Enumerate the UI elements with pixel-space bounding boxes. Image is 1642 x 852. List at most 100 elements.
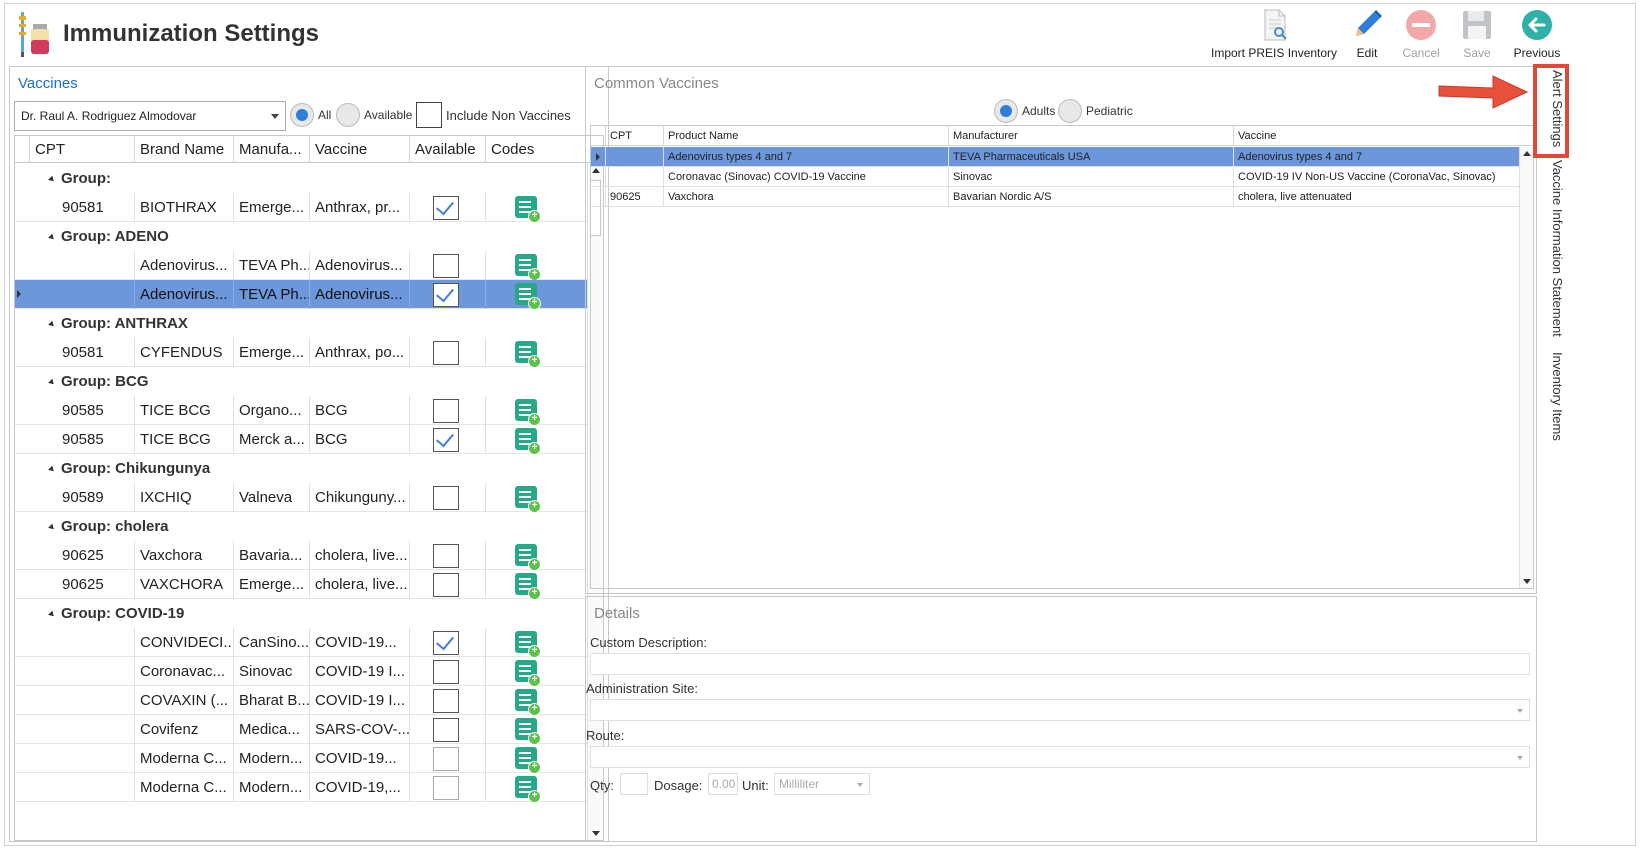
table-row[interactable]: Adenovirus... TEVA Ph... Adenovirus...	[15, 280, 587, 310]
group-row[interactable]: Group: ANTHRAX	[15, 309, 587, 338]
codes-checklist-icon[interactable]	[515, 283, 541, 310]
available-checkbox[interactable]	[433, 660, 459, 684]
codes-checklist-icon[interactable]	[515, 689, 541, 716]
available-checkbox[interactable]	[433, 718, 459, 742]
group-title: Group: Chikungunya	[48, 460, 210, 477]
table-row[interactable]: Adenovirus... TEVA Ph... Adenovirus...	[15, 251, 587, 281]
codes-checklist-icon[interactable]	[515, 399, 541, 426]
scroll-up-icon[interactable]	[1523, 151, 1531, 156]
filter-all-label: All	[318, 108, 332, 122]
group-row[interactable]: Group: COVID-19	[15, 599, 587, 628]
save-button[interactable]: Save	[1455, 8, 1499, 62]
column-header-vaccine[interactable]: Vaccine	[309, 136, 409, 163]
route-select[interactable]	[590, 746, 1530, 768]
expand-triangle-icon[interactable]	[48, 378, 56, 386]
codes-checklist-icon[interactable]	[515, 254, 541, 281]
dosage-input[interactable]: 0.00	[708, 773, 738, 795]
codes-checklist-icon[interactable]	[515, 631, 541, 658]
table-row[interactable]: CONVIDECI... CanSino... COVID-19...	[15, 628, 587, 658]
table-row[interactable]: 90589 IXCHIQ Valneva Chikunguny...	[15, 483, 587, 513]
codes-checklist-icon[interactable]	[515, 544, 541, 571]
tab-alert-settings[interactable]: Alert Settings	[1533, 64, 1569, 158]
previous-button[interactable]: Previous	[1509, 8, 1565, 62]
expand-triangle-icon[interactable]	[48, 465, 56, 473]
table-row[interactable]: 90581 BIOTHRAX Emerge... Anthrax, pr...	[15, 193, 587, 223]
available-checkbox[interactable]	[433, 196, 459, 220]
available-checkbox[interactable]	[433, 428, 459, 452]
codes-checklist-icon[interactable]	[515, 428, 541, 455]
tab-inventory-items[interactable]: Inventory Items	[1537, 352, 1565, 448]
available-checkbox[interactable]	[433, 747, 459, 771]
filter-adults-radio[interactable]: Adults	[994, 99, 1055, 123]
table-row[interactable]: 90625 Vaxchora Bavaria... cholera, live...	[15, 541, 587, 571]
table-row[interactable]: Coronavac... Sinovac COVID-19 I...	[15, 657, 587, 687]
filter-all-radio[interactable]: All	[290, 103, 331, 127]
column-header-vaccine[interactable]: Vaccine	[1233, 126, 1521, 146]
edit-button[interactable]: Edit	[1345, 8, 1389, 62]
available-checkbox[interactable]	[433, 776, 459, 800]
unit-select[interactable]: Milliliter	[774, 773, 870, 795]
column-header-available[interactable]: Available	[409, 136, 485, 163]
expand-triangle-icon[interactable]	[48, 233, 56, 241]
group-row[interactable]: Group: BCG	[15, 367, 587, 396]
codes-checklist-icon[interactable]	[515, 776, 541, 803]
codes-checklist-icon[interactable]	[515, 486, 541, 513]
include-non-vaccines-checkbox[interactable]: Include Non Vaccines	[416, 102, 571, 128]
annotation-arrow	[1438, 75, 1529, 109]
provider-select[interactable]: Dr. Raul A. Rodriguez Almodovar	[14, 101, 286, 131]
column-header-manufacturer[interactable]: Manufa...	[233, 136, 309, 163]
codes-checklist-icon[interactable]	[515, 718, 541, 745]
codes-checklist-icon[interactable]	[515, 747, 541, 774]
codes-checklist-icon[interactable]	[515, 660, 541, 687]
available-checkbox[interactable]	[433, 283, 459, 307]
table-row[interactable]: Moderna C... Modern... COVID-19...	[15, 744, 587, 774]
table-row[interactable]: Moderna C... Modern... COVID-19,...	[15, 773, 587, 803]
cancel-button[interactable]: Cancel	[1399, 8, 1443, 62]
expand-triangle-icon[interactable]	[48, 320, 56, 328]
column-header-product-name[interactable]: Product Name	[663, 126, 948, 146]
table-row[interactable]: 90625 VAXCHORA Emerge... cholera, live...	[15, 570, 587, 600]
codes-checklist-icon[interactable]	[515, 573, 541, 600]
import-preis-inventory-button[interactable]: Import PREIS Inventory	[1211, 8, 1337, 62]
group-row[interactable]: Group: cholera	[15, 512, 587, 541]
qty-input[interactable]	[620, 773, 648, 795]
table-row[interactable]: 90581 CYFENDUS Emerge... Anthrax, po...	[15, 338, 587, 368]
scroll-down-icon[interactable]	[1523, 579, 1531, 584]
expand-triangle-icon[interactable]	[48, 175, 56, 183]
codes-checklist-icon[interactable]	[515, 196, 541, 223]
table-row[interactable]: 90585 TICE BCG Merck a... BCG	[15, 425, 587, 455]
available-checkbox[interactable]	[433, 544, 459, 568]
group-row[interactable]: Group:	[15, 164, 587, 193]
available-checkbox[interactable]	[433, 254, 459, 278]
filter-available-radio[interactable]: Available	[336, 103, 412, 127]
administration-site-select[interactable]	[590, 699, 1530, 721]
available-checkbox[interactable]	[433, 631, 459, 655]
available-checkbox[interactable]	[433, 399, 459, 423]
column-header-cpt[interactable]: CPT	[605, 126, 663, 146]
expand-triangle-icon[interactable]	[48, 610, 56, 618]
available-checkbox[interactable]	[433, 573, 459, 597]
available-checkbox[interactable]	[433, 486, 459, 510]
table-row[interactable]: COVAXIN (... Bharat B... COVID-19 I...	[15, 686, 587, 716]
column-header-codes[interactable]: Codes	[485, 136, 587, 163]
cpt-cell	[57, 628, 134, 657]
expand-triangle-icon[interactable]	[48, 523, 56, 531]
available-checkbox[interactable]	[433, 689, 459, 713]
group-row[interactable]: Group: ADENO	[15, 222, 587, 251]
custom-description-input[interactable]	[590, 653, 1530, 675]
available-checkbox[interactable]	[433, 341, 459, 365]
column-header-brand-name[interactable]: Brand Name	[134, 136, 233, 163]
table-row[interactable]: 90585 TICE BCG Organo... BCG	[15, 396, 587, 426]
table-row[interactable]: Covifenz Medica... SARS-COV-...	[15, 715, 587, 745]
column-header-cpt[interactable]: CPT	[29, 136, 134, 163]
back-arrow-icon	[1522, 10, 1552, 40]
table-row[interactable]: 90625 Vaxchora Bavarian Nordic A/S cholera,…	[591, 187, 1521, 207]
tab-vaccine-information-statement[interactable]: Vaccine Information Statement	[1537, 160, 1565, 344]
common-vaccines-scrollbar[interactable]	[1519, 147, 1533, 588]
group-row[interactable]: Group: Chikungunya	[15, 454, 587, 483]
table-row[interactable]: Coronavac (Sinovac) COVID-19 Vaccine Sino…	[591, 167, 1521, 187]
codes-checklist-icon[interactable]	[515, 341, 541, 368]
filter-pediatric-radio[interactable]: Pediatric	[1058, 99, 1133, 123]
table-row[interactable]: Adenovirus types 4 and 7 TEVA Pharmaceuti…	[591, 147, 1521, 167]
column-header-manufacturer[interactable]: Manufacturer	[948, 126, 1233, 146]
